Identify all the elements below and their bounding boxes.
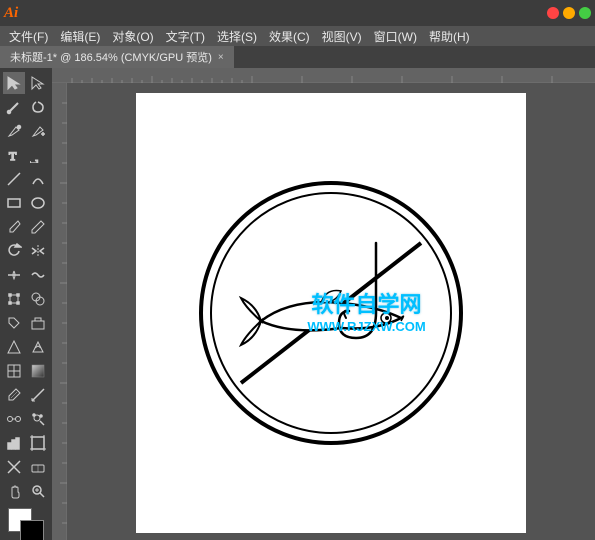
tool-row-rotate (3, 240, 49, 262)
top-bar: Ai (0, 0, 595, 26)
width-tool[interactable] (3, 264, 25, 286)
ellipse-tool[interactable] (27, 192, 49, 214)
menu-bar: 文件(F) 编辑(E) 对象(O) 文字(T) 选择(S) 效果(C) 视图(V… (0, 26, 595, 46)
line-segment-tool[interactable] (3, 168, 25, 190)
tool-row-transform (3, 288, 49, 310)
tool-row-rect (3, 192, 49, 214)
ai-logo: Ai (4, 5, 18, 22)
gradient-tool[interactable] (27, 360, 49, 382)
svg-text:T: T (30, 160, 41, 163)
rectangle-tool[interactable] (3, 192, 25, 214)
menu-edit[interactable]: 编辑(E) (55, 27, 105, 46)
document-tab[interactable]: 未标题-1* @ 186.54% (CMYK/GPU 预览) × (0, 46, 234, 68)
tool-row-wand (3, 96, 49, 118)
tool-row-hand (3, 480, 49, 502)
tool-row-pen (3, 120, 49, 142)
menu-type[interactable]: 文字(T) (161, 27, 210, 46)
menu-select[interactable]: 选择(S) (212, 27, 262, 46)
live-paint-bucket[interactable] (3, 312, 25, 334)
ruler-top (52, 68, 595, 83)
arc-tool[interactable] (27, 168, 49, 190)
eyedropper-tool[interactable] (3, 384, 25, 406)
svg-text:T: T (9, 149, 17, 163)
stroke-color-swatch[interactable] (20, 520, 44, 540)
slice-tool[interactable] (3, 456, 25, 478)
free-transform-tool[interactable] (3, 288, 25, 310)
selection-tool[interactable] (3, 72, 25, 94)
tool-row-selection (3, 72, 49, 94)
no-fishing-illustration (191, 173, 471, 453)
menu-file[interactable]: 文件(F) (4, 27, 53, 46)
type-tool[interactable]: T (3, 144, 25, 166)
direct-selection-tool[interactable] (27, 72, 49, 94)
canvas-area: 软件自学网 WWW.RJZXW.COM (52, 68, 595, 540)
live-paint-selection[interactable] (27, 312, 49, 334)
tool-row-paint (3, 312, 49, 334)
stroke-fill-container (8, 508, 44, 540)
hand-tool[interactable] (3, 480, 25, 502)
tool-row-eyedropper (3, 384, 49, 406)
tool-row-perspective (3, 336, 49, 358)
perspective-selection-tool[interactable] (27, 336, 49, 358)
zoom-tool[interactable] (27, 480, 49, 502)
column-graph-tool[interactable] (3, 432, 25, 454)
tab-bar: 未标题-1* @ 186.54% (CMYK/GPU 预览) × (0, 46, 595, 68)
tool-row-mesh (3, 360, 49, 382)
tool-row-type: T T (3, 144, 49, 166)
tool-row-slice (3, 456, 49, 478)
rotate-tool[interactable] (3, 240, 25, 262)
reflect-tool[interactable] (27, 240, 49, 262)
measure-tool[interactable] (27, 384, 49, 406)
menu-help[interactable]: 帮助(H) (424, 27, 475, 46)
magic-wand-tool[interactable] (3, 96, 25, 118)
perspective-grid-tool[interactable] (3, 336, 25, 358)
lasso-tool[interactable] (27, 96, 49, 118)
menu-object[interactable]: 对象(O) (107, 27, 158, 46)
menu-effect[interactable]: 效果(C) (264, 27, 315, 46)
eraser-tool[interactable] (27, 456, 49, 478)
artboard: 软件自学网 WWW.RJZXW.COM (136, 93, 526, 533)
tool-row-blend (3, 408, 49, 430)
main-layout: T T (0, 68, 595, 540)
color-swatches (0, 504, 52, 540)
warp-tool[interactable] (27, 264, 49, 286)
tool-row-line (3, 168, 49, 190)
left-toolbar: T T (0, 68, 52, 540)
ruler-left (52, 83, 67, 540)
tab-label: 未标题-1* @ 186.54% (CMYK/GPU 预览) (10, 49, 212, 65)
tool-row-brush (3, 216, 49, 238)
tab-close-button[interactable]: × (218, 52, 224, 63)
mesh-tool[interactable] (3, 360, 25, 382)
pencil-tool[interactable] (27, 216, 49, 238)
blend-tool[interactable] (3, 408, 25, 430)
symbol-sprayer-tool[interactable] (27, 408, 49, 430)
menu-view[interactable]: 视图(V) (317, 27, 367, 46)
menu-window[interactable]: 窗口(W) (369, 27, 422, 46)
add-anchor-tool[interactable] (27, 120, 49, 142)
artboard-tool[interactable] (27, 432, 49, 454)
tool-row-graph (3, 432, 49, 454)
vertical-type-tool[interactable]: T (27, 144, 49, 166)
pen-tool[interactable] (3, 120, 25, 142)
tool-row-width (3, 264, 49, 286)
paintbrush-tool[interactable] (3, 216, 25, 238)
shape-builder-tool[interactable] (27, 288, 49, 310)
